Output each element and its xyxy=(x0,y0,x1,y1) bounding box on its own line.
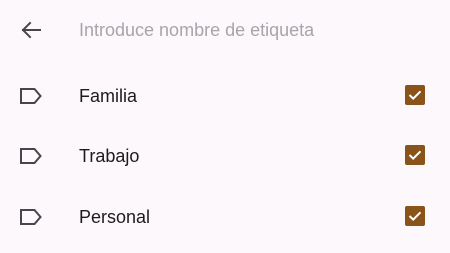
label-picker-screen: Familia Trabajo Personal xyxy=(0,0,450,253)
label-row-personal[interactable]: Personal xyxy=(0,190,450,244)
label-name: Personal xyxy=(79,207,151,227)
arrow-left-icon xyxy=(21,21,41,39)
label-outline-icon xyxy=(20,148,42,164)
label-checkbox[interactable] xyxy=(405,206,425,226)
label-name: Familia xyxy=(79,86,138,106)
label-row-trabajo[interactable]: Trabajo xyxy=(0,129,450,183)
label-name: Trabajo xyxy=(79,146,140,166)
label-row-familia[interactable]: Familia xyxy=(0,69,450,123)
label-outline-icon xyxy=(20,88,42,104)
label-name-input[interactable] xyxy=(79,14,419,46)
back-button[interactable] xyxy=(14,14,48,46)
search-header xyxy=(0,0,450,60)
label-outline-icon xyxy=(20,209,42,225)
label-checkbox[interactable] xyxy=(405,145,425,165)
check-icon xyxy=(408,150,422,161)
label-checkbox[interactable] xyxy=(405,85,425,105)
check-icon xyxy=(408,90,422,101)
check-icon xyxy=(408,211,422,222)
